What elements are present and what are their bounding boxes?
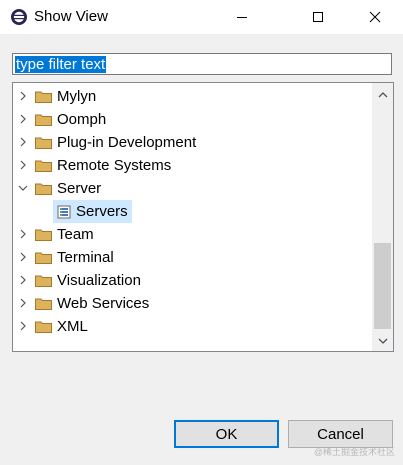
tree-item-team[interactable]: Team [13,223,369,246]
tree-item-visualization[interactable]: Visualization [13,269,369,292]
close-icon [369,11,381,23]
folder-icon [35,183,52,195]
maximize-button[interactable] [295,0,341,34]
tree-item-label: Servers [76,203,128,220]
cancel-button[interactable]: Cancel [288,420,393,448]
window-title: Show View [34,8,108,25]
chevron-down-icon [378,338,387,344]
scroll-thumb[interactable] [374,243,391,329]
tree-item-web-services[interactable]: Web Services [13,292,369,315]
tree-item-xml[interactable]: XML [13,315,369,338]
folder-icon [35,275,52,287]
chevron-right-icon[interactable] [17,90,29,102]
tree-item-label: Plug-in Development [57,134,197,151]
minimize-button[interactable] [219,0,265,34]
views-tree[interactable]: Mylyn Oomph Plug-in Development Remote S… [12,82,394,352]
filter-input[interactable] [13,54,391,74]
chevron-right-icon[interactable] [17,159,29,171]
tree-item-remote-systems[interactable]: Remote Systems [13,154,369,177]
tree-item-label: Oomph [57,111,107,128]
tree-item-oomph[interactable]: Oomph [13,108,369,131]
folder-icon [35,252,52,264]
title-bar: Show View [0,0,403,34]
folder-icon [35,137,52,149]
ok-button[interactable]: OK [174,420,279,448]
chevron-down-icon[interactable] [17,182,29,194]
eclipse-app-icon [11,9,27,25]
tree-item-server[interactable]: Server [13,177,369,200]
minimize-icon [237,17,247,18]
scroll-up-button[interactable] [372,86,393,103]
tree-item-servers[interactable]: Servers [13,200,369,223]
tree-item-terminal[interactable]: Terminal [13,246,369,269]
chevron-up-icon [378,91,387,97]
tree-item-label: Terminal [57,249,114,266]
scroll-down-button[interactable] [372,332,393,349]
chevron-right-icon[interactable] [17,113,29,125]
folder-icon [35,321,52,333]
chevron-right-icon[interactable] [17,274,29,286]
servers-view-icon [57,205,71,219]
tree-item-label: Remote Systems [57,157,172,174]
tree-item-label: Team [57,226,94,243]
folder-icon [35,91,52,103]
watermark: @稀土掘金技术社区 [313,447,395,457]
tree-item-label: XML [57,318,88,335]
close-button[interactable] [352,0,398,34]
tree-item-plugin-development[interactable]: Plug-in Development [13,131,369,154]
folder-icon [35,114,52,126]
filter-field[interactable]: type filter text [12,53,392,75]
maximize-icon [313,12,323,22]
chevron-right-icon[interactable] [17,297,29,309]
tree-scrollbar[interactable] [372,83,393,351]
tree-item-mylyn[interactable]: Mylyn [13,85,369,108]
chevron-right-icon[interactable] [17,228,29,240]
tree-item-label: Server [57,180,102,197]
tree-item-label: Web Services [57,295,150,312]
folder-icon [35,229,52,241]
chevron-right-icon[interactable] [17,136,29,148]
folder-icon [35,298,52,310]
tree-item-label: Mylyn [57,88,97,105]
chevron-right-icon[interactable] [17,251,29,263]
chevron-right-icon[interactable] [17,320,29,332]
tree-item-label: Visualization [57,272,141,289]
folder-icon [35,160,52,172]
